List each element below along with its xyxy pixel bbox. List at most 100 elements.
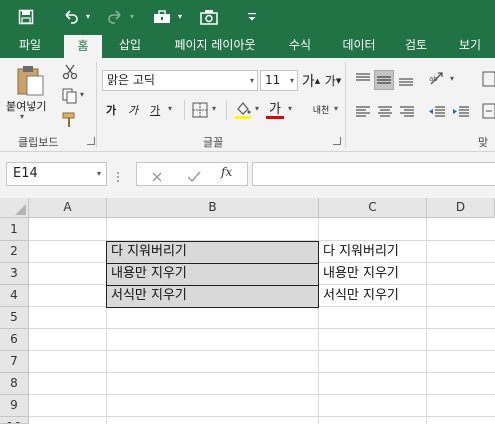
orientation-dropdown-icon[interactable]: ▾ <box>450 74 454 83</box>
increase-font-size-icon[interactable]: 가 ▲ <box>302 70 320 91</box>
ribbon-tabs: 파일 홈 삽입 페이지 레이아웃 수식 데이터 검토 보기 <box>0 33 495 58</box>
name-box[interactable]: E14 ▾ <box>6 162 107 186</box>
chevron-down-icon: ▾ <box>249 76 254 85</box>
tab-home[interactable]: 홈 <box>64 35 102 58</box>
format-painter-icon[interactable] <box>62 112 78 128</box>
font-color-dropdown-icon[interactable]: ▾ <box>288 104 292 113</box>
merge-center-icon[interactable] <box>482 102 495 120</box>
font-name-dropdown[interactable]: 맑은 고딕 ▾ <box>102 70 258 91</box>
paste-button[interactable]: 붙여넣기 <box>6 98 46 114</box>
border-icon[interactable] <box>192 102 208 118</box>
align-right-icon[interactable] <box>399 104 415 118</box>
underline-button[interactable]: 가 <box>148 100 162 120</box>
wrap-text-icon[interactable] <box>482 70 495 88</box>
cell-c3[interactable]: 내용만 지우기 <box>319 263 426 284</box>
row-header-10[interactable]: 10 <box>0 417 29 424</box>
fill-color-icon[interactable] <box>234 100 252 120</box>
font-group-label: 글꼴 <box>203 136 224 149</box>
cell-b4[interactable]: 서식만 지우기 <box>106 285 319 308</box>
row-header-8[interactable]: 8 <box>0 373 29 395</box>
tab-review[interactable]: 검토 <box>396 33 436 58</box>
column-header-a[interactable]: A <box>29 198 107 218</box>
row-header-6[interactable]: 6 <box>0 329 29 351</box>
paste-icon[interactable] <box>14 64 48 98</box>
undo-dropdown-icon[interactable]: ▾ <box>83 0 93 33</box>
font-name-value: 맑은 고딕 <box>107 73 155 87</box>
gridline <box>29 372 495 373</box>
gridline <box>29 328 495 329</box>
copy-dropdown-icon[interactable]: ▾ <box>80 90 84 99</box>
row-header-2[interactable]: 2 <box>0 241 29 263</box>
insert-function-button[interactable]: fx <box>221 165 232 179</box>
orientation-icon[interactable]: ab <box>428 70 446 88</box>
tab-page-layout[interactable]: 페이지 레이아웃 <box>162 33 268 58</box>
separator <box>96 62 97 148</box>
decrease-indent-icon[interactable] <box>428 104 446 118</box>
font-color-swatch <box>266 116 284 119</box>
align-left-icon[interactable] <box>355 104 371 118</box>
tab-formulas[interactable]: 수식 <box>280 33 320 58</box>
tab-insert[interactable]: 삽입 <box>110 33 150 58</box>
spreadsheet-grid: A B C D 1 2 3 4 5 6 7 8 9 10 다 지워버리기 내용만… <box>0 198 495 424</box>
briefcase-icon[interactable] <box>150 0 174 33</box>
chevron-down-icon: ▾ <box>96 169 101 178</box>
align-middle-icon[interactable] <box>374 70 394 90</box>
resize-handle-icon[interactable] <box>116 168 120 182</box>
cut-icon[interactable] <box>62 64 78 80</box>
row-header-4[interactable]: 4 <box>0 285 29 307</box>
fill-color-dropdown-icon[interactable]: ▾ <box>255 104 259 113</box>
bold-button[interactable]: 가 <box>104 100 118 120</box>
save-icon[interactable] <box>14 0 38 33</box>
row-header-1[interactable]: 1 <box>0 218 29 241</box>
tab-data[interactable]: 데이터 <box>335 33 383 58</box>
gridline <box>29 350 495 351</box>
gridline <box>29 416 495 417</box>
camera-icon[interactable] <box>197 0 221 33</box>
cell-c4[interactable]: 서식만 지우기 <box>319 285 426 306</box>
clipboard-group-label: 클립보드 <box>18 136 59 149</box>
align-center-icon[interactable] <box>377 104 393 118</box>
formula-buttons: fx <box>136 162 248 186</box>
row-header-7[interactable]: 7 <box>0 351 29 373</box>
italic-button[interactable]: 가 <box>126 100 140 120</box>
column-header-b[interactable]: B <box>107 198 319 218</box>
cancel-icon[interactable] <box>151 168 163 182</box>
cell-b3[interactable]: 내용만 지우기 <box>106 263 319 286</box>
separator <box>226 100 227 120</box>
row-header-9[interactable]: 9 <box>0 395 29 417</box>
row-header-3[interactable]: 3 <box>0 263 29 285</box>
cell-c2[interactable]: 다 지워버리기 <box>319 241 426 262</box>
cell-b2[interactable]: 다 지워버리기 <box>106 241 319 264</box>
row-header-5[interactable]: 5 <box>0 307 29 329</box>
font-launcher-icon[interactable] <box>333 137 341 145</box>
tab-view[interactable]: 보기 <box>450 33 490 58</box>
align-bottom-icon[interactable] <box>398 72 414 86</box>
paste-dropdown-icon[interactable]: ▾ <box>20 112 24 121</box>
column-header-c[interactable]: C <box>319 198 427 218</box>
decrease-font-size-icon[interactable]: 가 ▼ <box>324 70 342 91</box>
quick-access-toolbar: ▾ ▾ ▾ <box>0 0 495 33</box>
separator <box>345 62 346 148</box>
phonetic-button[interactable]: 내천 <box>310 100 332 118</box>
svg-text:ab: ab <box>429 75 438 83</box>
customize-qat-icon[interactable] <box>244 0 260 33</box>
formula-bar: E14 ▾ fx <box>0 152 495 198</box>
briefcase-dropdown-icon[interactable]: ▾ <box>175 0 185 33</box>
font-color-button[interactable]: 가 <box>266 98 284 117</box>
copy-icon[interactable] <box>62 88 78 104</box>
underline-dropdown-icon[interactable]: ▾ <box>168 104 172 113</box>
font-size-dropdown[interactable]: 11 ▾ <box>260 70 298 91</box>
clipboard-launcher-icon[interactable] <box>87 137 95 145</box>
phonetic-dropdown-icon[interactable]: ▾ <box>334 104 338 113</box>
align-top-icon[interactable] <box>355 72 371 86</box>
select-all-corner[interactable] <box>0 198 29 218</box>
redo-icon[interactable] <box>104 0 126 33</box>
border-dropdown-icon[interactable]: ▾ <box>212 104 216 113</box>
redo-dropdown-icon[interactable]: ▾ <box>127 0 137 33</box>
tab-file[interactable]: 파일 <box>12 33 48 58</box>
column-header-d[interactable]: D <box>427 198 495 218</box>
undo-icon[interactable] <box>60 0 82 33</box>
increase-indent-icon[interactable] <box>452 104 470 118</box>
enter-icon[interactable] <box>187 168 201 183</box>
formula-input[interactable] <box>252 162 495 186</box>
